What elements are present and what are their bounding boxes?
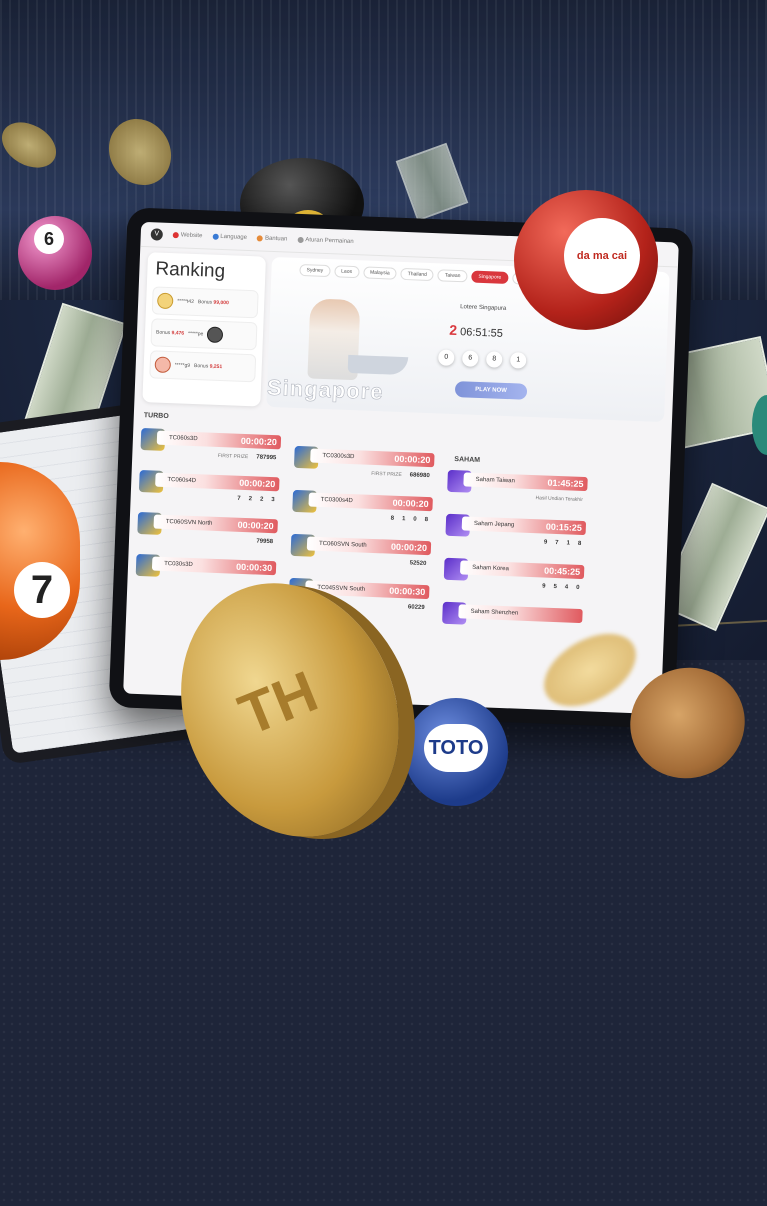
tab-singapore[interactable]: Singapore xyxy=(471,270,509,284)
result-balls: 0 6 8 1 xyxy=(437,349,527,369)
ranking-row[interactable]: *****t42 Bonus 99,000 xyxy=(151,286,259,319)
game-card[interactable]: Saham Korea 00:45:25 9540 xyxy=(443,557,585,599)
tab-laos[interactable]: Laos xyxy=(333,265,360,279)
result-ball: 1 xyxy=(509,352,527,369)
tab-sydney[interactable]: Sydney xyxy=(299,263,331,278)
result-ball: 6 xyxy=(461,350,479,367)
game-card[interactable]: Saham Shenzhen xyxy=(442,601,583,643)
ranking-panel: Ranking *****t42 Bonus 99,000 Bonus 9,47… xyxy=(142,252,267,407)
ranking-row[interactable]: Bonus 9,476 *****pe xyxy=(150,318,258,351)
rank-badge-icon xyxy=(156,292,174,310)
nav-item-help[interactable]: Bantuan xyxy=(256,235,287,242)
banner-title: Singapore xyxy=(266,374,384,405)
nav-item-language[interactable]: Language xyxy=(212,233,247,241)
result-ball: 0 xyxy=(437,349,455,366)
section-turbo-title: TURBO xyxy=(143,412,169,421)
countdown: 2 06:51:55 xyxy=(449,321,504,340)
game-card[interactable]: TC060s3D 00:00:20 FIRST PRIZE 787995 xyxy=(140,428,282,469)
ranking-title: Ranking xyxy=(155,258,226,283)
game-card[interactable]: TC060SVN North 00:00:20 79958 xyxy=(137,511,278,553)
game-card[interactable]: TC0300s4D 00:00:20 8108 xyxy=(292,489,433,531)
market-tabs: Sydney Laos Malaysia Thailand Taiwan Sin… xyxy=(299,263,538,286)
nav-item-rules[interactable]: Aturan Permainan xyxy=(297,236,354,245)
play-now-button[interactable]: PLAY NOW xyxy=(454,381,528,400)
game-card[interactable]: TC0300s3D 00:00:20 FIRST PRIZE 686980 xyxy=(293,445,435,487)
game-card[interactable]: TC060SVN South 00:00:20 52520 xyxy=(290,533,432,575)
pink-lottery-ball: 6 xyxy=(18,216,92,290)
section-saham-title: SAHAM xyxy=(454,456,481,465)
tab-taiwan[interactable]: Taiwan xyxy=(437,269,468,283)
help-icon xyxy=(256,235,264,242)
rules-icon xyxy=(297,236,304,244)
lottery-name: Lotere Singapura xyxy=(460,304,507,312)
tab-thailand[interactable]: Thailand xyxy=(400,267,435,282)
rank-badge-icon xyxy=(207,326,224,344)
language-icon xyxy=(212,233,219,240)
result-ball: 8 xyxy=(485,351,503,368)
app-logo: V xyxy=(150,228,164,241)
toto-lottery-ball: TOTO xyxy=(404,698,508,806)
rank-badge-icon xyxy=(154,356,172,374)
banner-yacht-image xyxy=(347,354,409,376)
tab-malaysia[interactable]: Malaysia xyxy=(362,266,397,280)
red-lottery-ball: da ma cai xyxy=(514,190,658,330)
game-card[interactable]: Saham Jepang 00:15:25 9718 xyxy=(445,513,587,555)
globe-icon xyxy=(172,232,179,239)
ranking-row[interactable]: *****g9 Bonus 9,251 xyxy=(149,350,257,383)
nav-item-website[interactable]: Website xyxy=(172,232,202,239)
game-card[interactable]: TC060s4D 00:00:20 7223 xyxy=(138,469,280,511)
game-card[interactable]: Saham Taiwan 01:45:25 Hasil Undian Terakh… xyxy=(447,469,588,511)
